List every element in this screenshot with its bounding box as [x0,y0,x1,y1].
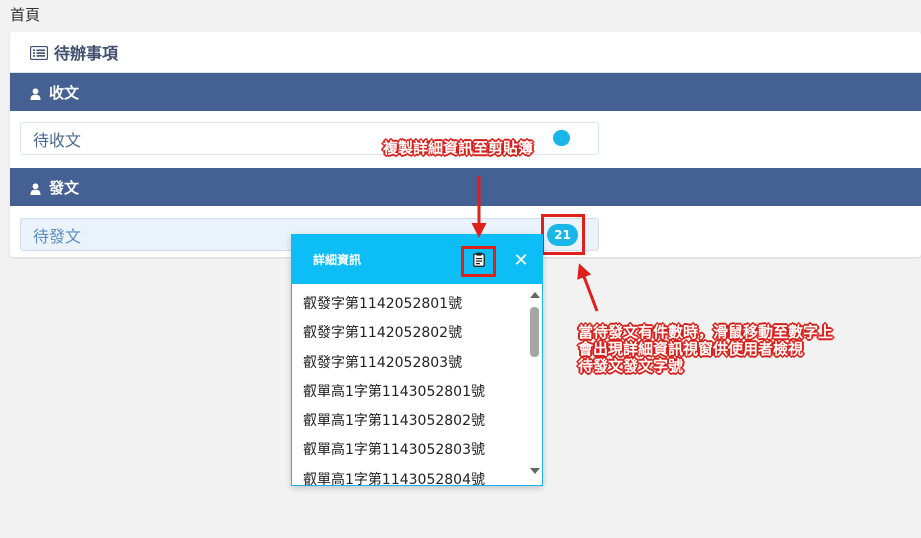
annotation-line: 會出現詳細資訊視窗供使用者檢視 [578,340,804,358]
annotation-copy-hint: 複製詳細資訊至剪貼簿 [383,139,534,157]
arrow-to-badge [577,263,599,312]
annotation-hover-hint: 當待發文有件數時，滑鼠移動至數字上 會出現詳細資訊視窗供使用者檢視 待發文發文字… [578,324,908,375]
annotation-line: 當待發文有件數時，滑鼠移動至數字上 [578,323,834,341]
annotation-line: 待發文發文字號 [578,357,684,375]
annotation-arrows [471,176,599,312]
